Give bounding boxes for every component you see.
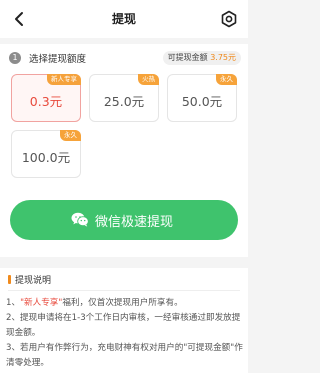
- wechat-withdraw-label: 微信极速提现: [95, 214, 174, 229]
- info-line-1: 1、"新人专享"福利，仅首次提现用户所享有。: [6, 296, 244, 311]
- option-amount: 50.0元: [181, 94, 223, 109]
- option-badge: 火热: [138, 74, 159, 85]
- option-badge: 永久: [60, 130, 81, 141]
- option-badge: 新人专享: [47, 74, 81, 85]
- settings-icon[interactable]: [219, 9, 239, 29]
- amount-option-2[interactable]: 永久 50.0元: [167, 74, 237, 122]
- info-line-3: 3、若用户有作弊行为，充电财神有权对用户的"可提现金额"作清零处理。: [6, 343, 243, 368]
- info-line-1-rest: 福利，仅首次提现用户所享有。: [62, 298, 183, 308]
- step-label: 选择提现额度: [29, 54, 87, 65]
- balance-label: 可提现金额: [167, 53, 208, 62]
- wechat-withdraw-button[interactable]: 微信极速提现: [10, 200, 238, 240]
- balance-amount: 3.75元: [210, 53, 236, 62]
- info-text: 1、"新人专享"福利，仅首次提现用户所享有。 2、提现申请将在1-3个工作日内审…: [6, 296, 244, 371]
- balance-badge: 可提现金额 3.75元: [162, 51, 241, 65]
- page-title: 提现: [111, 12, 136, 26]
- amount-option-3[interactable]: 永久 100.0元: [11, 130, 81, 178]
- info-title: 提现说明: [15, 276, 52, 286]
- step-number: 1: [9, 52, 21, 64]
- amount-option-1[interactable]: 火热 25.0元: [89, 74, 159, 122]
- top-bar: 提现: [0, 0, 248, 38]
- option-badge: 永久: [216, 74, 237, 85]
- option-amount: 100.0元: [21, 150, 71, 165]
- info-line-2: 2、提现申请将在1-3个工作日内审核，一经审核通过即发放提现金额。: [6, 313, 241, 338]
- amount-option-0[interactable]: 新人专享 0.3元: [11, 74, 81, 122]
- wechat-icon: [71, 212, 89, 227]
- option-amount: 0.3元: [29, 94, 63, 109]
- info-accent-bar: [8, 275, 11, 284]
- info-line-1-prefix: 1、: [6, 298, 21, 308]
- info-divider: [8, 290, 240, 291]
- option-amount: 25.0元: [103, 94, 145, 109]
- info-line-1-highlight: "新人专享": [20, 298, 63, 308]
